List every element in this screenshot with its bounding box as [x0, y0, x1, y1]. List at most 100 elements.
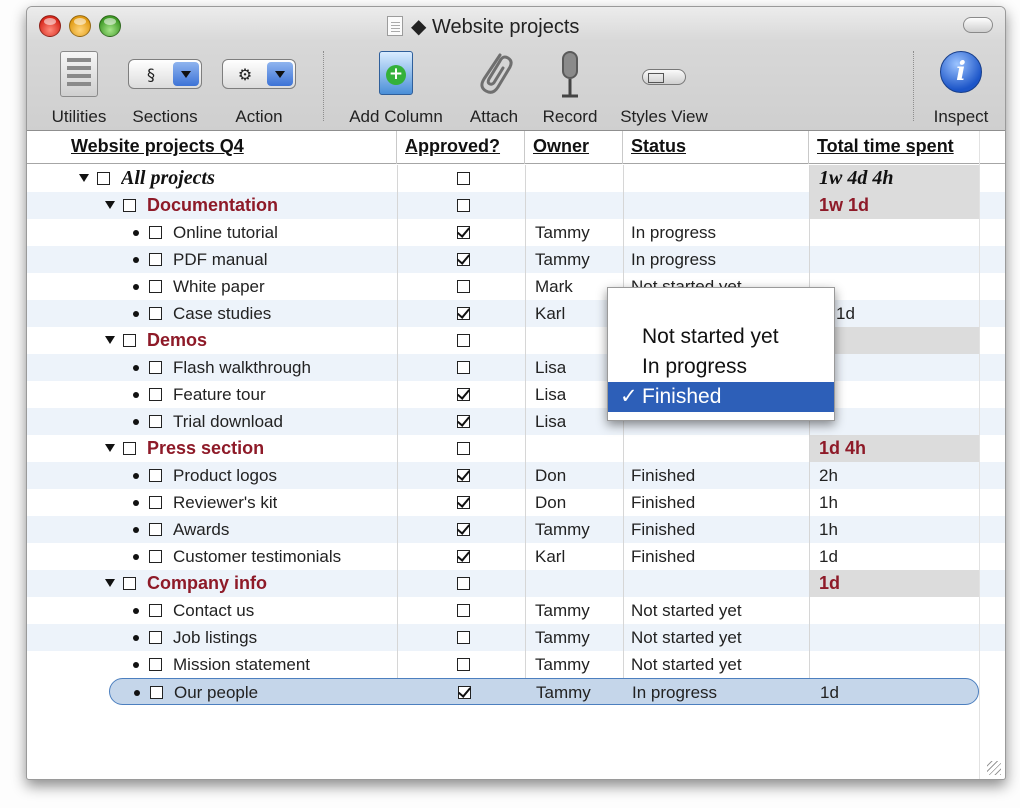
disclosure-triangle-icon[interactable]	[105, 579, 115, 587]
row-total-time[interactable]: 1d 4h	[819, 435, 866, 462]
sections-popup-button[interactable]: §	[128, 59, 202, 89]
row-status-checkbox[interactable]	[149, 388, 162, 401]
row-bullet-icon[interactable]	[133, 608, 139, 614]
inspect-button[interactable]: i Inspect	[923, 47, 999, 129]
column-header-topic[interactable]: Website projects Q4	[63, 131, 397, 164]
outline-row[interactable]: PDF manual Tammy In progress	[27, 246, 1005, 273]
row-status-checkbox[interactable]	[149, 361, 162, 374]
row-owner[interactable]: Tammy	[535, 651, 590, 678]
approved-checkbox[interactable]	[457, 280, 470, 293]
row-status-checkbox[interactable]	[149, 307, 162, 320]
row-status[interactable]: Finished	[631, 462, 695, 489]
row-bullet-icon[interactable]	[134, 690, 140, 696]
row-owner[interactable]: Don	[535, 462, 566, 489]
row-owner[interactable]: Tammy	[535, 219, 590, 246]
outline-row[interactable]: Our people Tammy In progress 1d	[109, 678, 979, 705]
row-bullet-icon[interactable]	[133, 419, 139, 425]
row-status-checkbox[interactable]	[123, 199, 136, 212]
outline-row[interactable]: Case studies Karl w 1d	[27, 300, 1005, 327]
approved-checkbox[interactable]	[458, 686, 471, 699]
disclosure-triangle-icon[interactable]	[79, 174, 89, 182]
approved-checkbox[interactable]	[457, 604, 470, 617]
column-header-owner[interactable]: Owner	[525, 131, 623, 164]
row-total-time[interactable]: 1h	[819, 516, 838, 543]
row-total-time[interactable]: 1d	[819, 543, 838, 570]
outline-row-section[interactable]: Demosd	[27, 327, 1005, 354]
row-owner[interactable]: Tammy	[535, 597, 590, 624]
row-status[interactable]: Finished	[631, 516, 695, 543]
row-topic[interactable]: Press section	[147, 435, 264, 462]
row-owner[interactable]: Lisa	[535, 381, 566, 408]
row-owner[interactable]: Tammy	[535, 516, 590, 543]
approved-checkbox[interactable]	[457, 523, 470, 536]
approved-checkbox[interactable]	[457, 253, 470, 266]
outline-row-section[interactable]: Press section 1d 4h	[27, 435, 1005, 462]
approved-checkbox[interactable]	[457, 496, 470, 509]
outline-row[interactable]: Awards Tammy Finished 1h	[27, 516, 1005, 543]
menu-item-not-started[interactable]: Not started yet	[608, 322, 834, 352]
row-topic[interactable]: Online tutorial	[173, 219, 278, 246]
menu-item-finished[interactable]: ✓ Finished	[608, 382, 834, 412]
outline-row[interactable]: Product logos Don Finished 2h	[27, 462, 1005, 489]
row-total-time[interactable]: 2h	[819, 462, 838, 489]
approved-checkbox[interactable]	[457, 226, 470, 239]
row-topic[interactable]: Reviewer's kit	[173, 489, 277, 516]
row-bullet-icon[interactable]	[133, 662, 139, 668]
approved-checkbox[interactable]	[457, 658, 470, 671]
resize-grip[interactable]	[987, 761, 1001, 775]
outline-row[interactable]: Customer testimonials Karl Finished 1d	[27, 543, 1005, 570]
outline-row[interactable]: Reviewer's kit Don Finished 1h	[27, 489, 1005, 516]
approved-checkbox[interactable]	[457, 199, 470, 212]
row-status[interactable]: In progress	[631, 219, 716, 246]
row-topic[interactable]: Demos	[147, 327, 207, 354]
zoom-window-button[interactable]	[99, 15, 121, 37]
row-owner[interactable]: Tammy	[536, 679, 591, 706]
approved-checkbox[interactable]	[457, 172, 470, 185]
row-status-checkbox[interactable]	[123, 577, 136, 590]
row-bullet-icon[interactable]	[133, 635, 139, 641]
row-topic[interactable]: Case studies	[173, 300, 271, 327]
action-popup[interactable]: ⚙ Action	[215, 47, 303, 129]
row-status[interactable]: Finished	[631, 543, 695, 570]
row-bullet-icon[interactable]	[133, 392, 139, 398]
row-status[interactable]: Not started yet	[631, 597, 742, 624]
outline-row[interactable]: Job listings Tammy Not started yet	[27, 624, 1005, 651]
row-owner[interactable]: Mark	[535, 273, 573, 300]
row-status-checkbox[interactable]	[150, 686, 163, 699]
disclosure-triangle-icon[interactable]	[105, 444, 115, 452]
row-owner[interactable]: Tammy	[535, 246, 590, 273]
row-status-checkbox[interactable]	[149, 496, 162, 509]
column-header-status[interactable]: Status	[623, 131, 809, 164]
row-total-time[interactable]: 1w 1d	[819, 192, 869, 219]
approved-checkbox[interactable]	[457, 361, 470, 374]
row-owner[interactable]: Lisa	[535, 408, 566, 435]
row-status-checkbox[interactable]	[123, 334, 136, 347]
row-owner[interactable]: Karl	[535, 543, 565, 570]
row-total-time[interactable]: 1h	[819, 489, 838, 516]
row-topic[interactable]: Customer testimonials	[173, 543, 341, 570]
column-header-total-time[interactable]: Total time spent	[809, 131, 1005, 164]
action-popup-button[interactable]: ⚙	[222, 59, 296, 89]
sections-popup[interactable]: § Sections	[121, 47, 209, 129]
row-bullet-icon[interactable]	[133, 554, 139, 560]
row-bullet-icon[interactable]	[133, 311, 139, 317]
record-button[interactable]: Record	[533, 47, 607, 129]
row-status[interactable]: In progress	[632, 679, 717, 706]
column-header-approved[interactable]: Approved?	[397, 131, 525, 164]
row-topic[interactable]: Awards	[173, 516, 229, 543]
outline-row[interactable]: Mission statement Tammy Not started yet	[27, 651, 1005, 678]
approved-checkbox[interactable]	[457, 307, 470, 320]
row-bullet-icon[interactable]	[133, 473, 139, 479]
outline-row[interactable]: Feature tour Lisa	[27, 381, 1005, 408]
row-owner[interactable]: Don	[535, 489, 566, 516]
row-status-checkbox[interactable]	[149, 658, 162, 671]
row-bullet-icon[interactable]	[133, 230, 139, 236]
row-bullet-icon[interactable]	[133, 527, 139, 533]
row-status-checkbox[interactable]	[149, 253, 162, 266]
outline-row[interactable]: White paperMarkNot started yet	[27, 273, 1005, 300]
outline-row-root[interactable]: All projects 1w 4d 4h	[27, 165, 1005, 192]
row-total-time[interactable]: 1d	[819, 570, 840, 597]
row-topic[interactable]: Flash walkthrough	[173, 354, 311, 381]
row-topic[interactable]: Company info	[147, 570, 267, 597]
outline-row[interactable]: Contact us Tammy Not started yet	[27, 597, 1005, 624]
